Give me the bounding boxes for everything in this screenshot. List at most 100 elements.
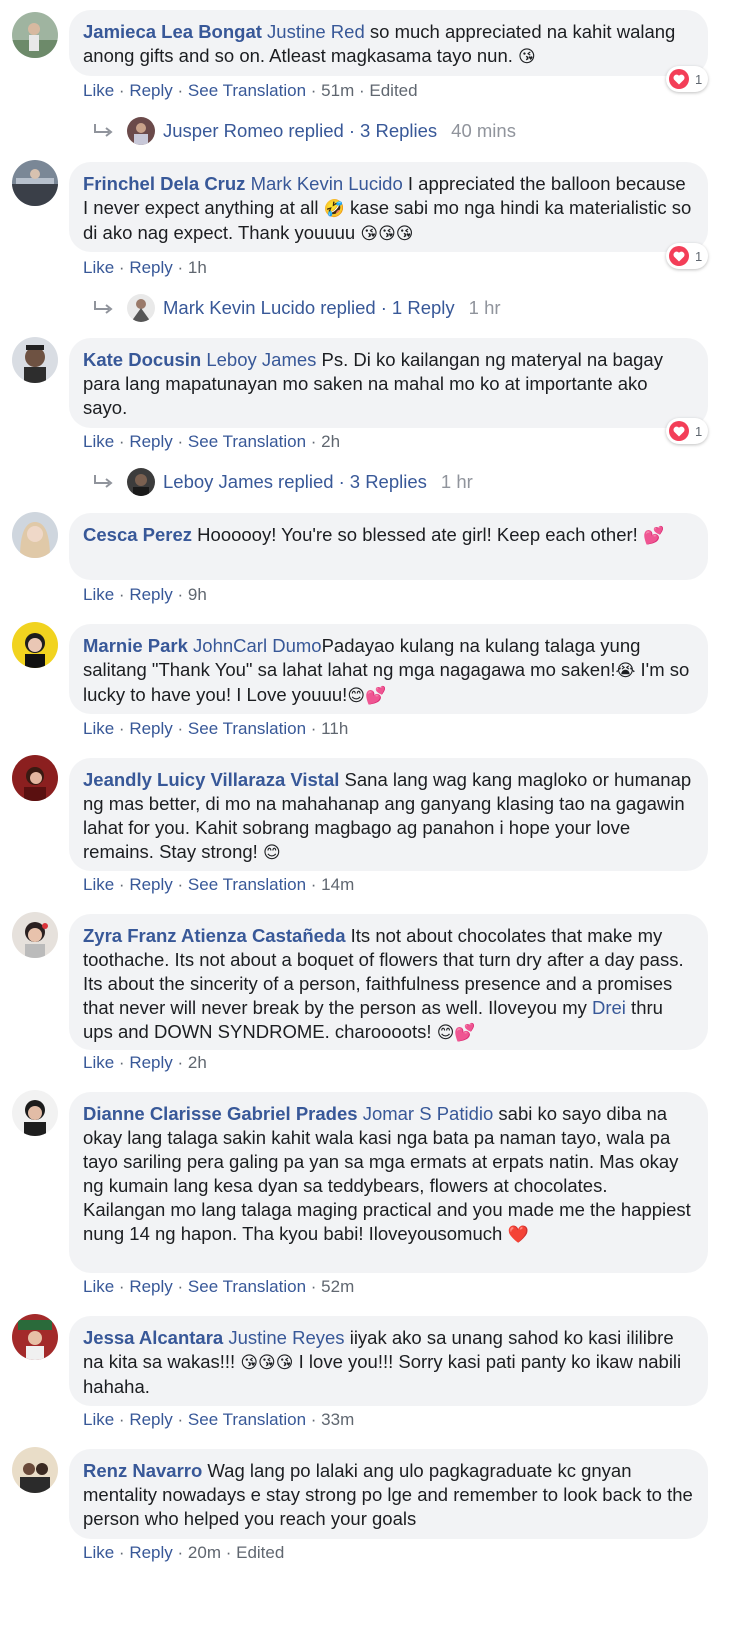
comment-bubble: Zyra Franz Atienza Castañeda Its not abo… <box>69 914 708 1050</box>
comment-bubble: Jessa Alcantara Justine Reyes iiyak ako … <box>69 1316 708 1406</box>
avatar[interactable] <box>12 622 58 668</box>
emoji: 😘😘😘 <box>240 1353 294 1373</box>
avatar[interactable] <box>12 160 58 206</box>
avatar[interactable] <box>12 512 58 558</box>
comment-actions: Like · Reply · See Translation · 2h <box>83 432 341 451</box>
replies-time: 40 mins <box>451 120 516 141</box>
replies-count[interactable]: 3 Replies <box>360 120 437 142</box>
reply-button[interactable]: Reply <box>129 1277 172 1296</box>
comment-actions: Like · Reply · See Translation · 14m <box>83 875 355 894</box>
comment-time[interactable]: 52m <box>321 1277 354 1296</box>
avatar[interactable] <box>12 337 58 383</box>
see-translation-link[interactable]: See Translation <box>188 1410 306 1429</box>
comment-author[interactable]: Jamieca Lea Bongat <box>83 21 262 42</box>
avatar[interactable] <box>12 755 58 801</box>
like-button[interactable]: Like <box>83 719 114 738</box>
like-button[interactable]: Like <box>83 432 114 451</box>
comment-time[interactable]: 2h <box>188 1053 207 1072</box>
like-button[interactable]: Like <box>83 585 114 604</box>
heart-icon <box>669 69 689 89</box>
comment-time[interactable]: 1h <box>188 258 207 277</box>
comment-actions: Like · Reply · See Translation · 11h <box>83 719 349 738</box>
reply-button[interactable]: Reply <box>129 1053 172 1072</box>
reply-button[interactable]: Reply <box>129 875 172 894</box>
comment-text: Hoooooy! You're so blessed ate girl! Kee… <box>192 524 643 545</box>
like-button[interactable]: Like <box>83 875 114 894</box>
replies-count[interactable]: 3 Replies <box>350 471 427 493</box>
comment-author[interactable]: Marnie Park <box>83 635 188 656</box>
emoji: ❤️ <box>507 1225 529 1245</box>
comment-text: sabi ko sayo diba na okay lang talaga sa… <box>83 1103 691 1244</box>
comment-author[interactable]: Jeandly Luicy Villaraza Vistal <box>83 769 339 790</box>
comment-mention[interactable]: Justine Reyes <box>228 1327 344 1348</box>
comment-mention[interactable]: JohnCarl Dumo <box>193 635 322 656</box>
comment-author[interactable]: Renz Navarro <box>83 1460 202 1481</box>
reply-button[interactable]: Reply <box>129 719 172 738</box>
emoji: 💕 <box>642 526 665 546</box>
comment-bubble: Jeandly Luicy Villaraza Vistal Sana lang… <box>69 758 708 871</box>
see-translation-link[interactable]: See Translation <box>188 719 306 738</box>
avatar[interactable] <box>12 1447 58 1493</box>
comment-time[interactable]: 14m <box>321 875 354 894</box>
reply-button[interactable]: Reply <box>129 585 172 604</box>
comment-author[interactable]: Frinchel Dela Cruz <box>83 173 245 194</box>
comment-bubble: Frinchel Dela Cruz Mark Kevin Lucido I a… <box>69 162 708 252</box>
replies-time: 1 hr <box>468 297 501 318</box>
comment-time[interactable]: 51m <box>321 81 354 100</box>
edited-label: Edited <box>369 81 418 100</box>
comment-time[interactable]: 20m <box>188 1543 221 1562</box>
see-translation-link[interactable]: See Translation <box>188 432 306 451</box>
comment-author[interactable]: Kate Docusin <box>83 349 201 370</box>
comment-time[interactable]: 11h <box>321 719 348 738</box>
like-button[interactable]: Like <box>83 1277 114 1296</box>
comment-bubble: Jamieca Lea Bongat Justine Red so much a… <box>69 10 708 76</box>
comment-time[interactable]: 9h <box>188 585 207 604</box>
comment-mention[interactable]: Justine Red <box>267 21 365 42</box>
like-button[interactable]: Like <box>83 258 114 277</box>
replies-author[interactable]: Leboy James <box>163 471 273 493</box>
avatar[interactable] <box>12 1090 58 1136</box>
comment-actions: Like · Reply · See Translation · 52m <box>83 1277 355 1296</box>
comment-bubble: Marnie Park JohnCarl DumoPadayao kulang … <box>69 624 708 714</box>
replies-row[interactable]: Leboy James replied · 3 Replies 1 hr <box>93 466 473 498</box>
reply-button[interactable]: Reply <box>129 1410 172 1429</box>
comment-mention[interactable]: Mark Kevin Lucido <box>251 173 403 194</box>
reply-button[interactable]: Reply <box>129 432 172 451</box>
see-translation-link[interactable]: See Translation <box>188 1277 306 1296</box>
comment-mention[interactable]: Drei <box>592 997 626 1018</box>
reaction-count[interactable]: 1 <box>666 418 708 444</box>
comment-mention[interactable]: Leboy James <box>206 349 316 370</box>
like-button[interactable]: Like <box>83 1053 114 1072</box>
avatar[interactable] <box>12 1314 58 1360</box>
reaction-count[interactable]: 1 <box>666 66 708 92</box>
see-translation-link[interactable]: See Translation <box>188 81 306 100</box>
like-button[interactable]: Like <box>83 1410 114 1429</box>
reaction-number: 1 <box>695 423 703 439</box>
reaction-count[interactable]: 1 <box>666 243 708 269</box>
replies-author[interactable]: Mark Kevin Lucido <box>163 297 315 319</box>
comment-bubble: Renz Navarro Wag lang po lalaki ang ulo … <box>69 1449 708 1539</box>
avatar[interactable] <box>12 912 58 958</box>
comment-time[interactable]: 33m <box>321 1410 354 1429</box>
like-button[interactable]: Like <box>83 81 114 100</box>
comment-author[interactable]: Cesca Perez <box>83 524 192 545</box>
comment-time[interactable]: 2h <box>321 432 340 451</box>
replies-row[interactable]: Jusper Romeo replied · 3 Replies 40 mins <box>93 115 516 147</box>
comment-author[interactable]: Zyra Franz Atienza Castañeda <box>83 925 346 946</box>
comment-author[interactable]: Jessa Alcantara <box>83 1327 223 1348</box>
replies-author[interactable]: Jusper Romeo <box>163 120 283 142</box>
reply-button[interactable]: Reply <box>129 258 172 277</box>
comment-author[interactable]: Dianne Clarisse Gabriel Prades <box>83 1103 358 1124</box>
replies-label: replied <box>320 297 376 318</box>
comment-mention[interactable]: Jomar S Patidio <box>363 1103 494 1124</box>
like-button[interactable]: Like <box>83 1543 114 1562</box>
see-translation-link[interactable]: See Translation <box>188 875 306 894</box>
replies-label: replied <box>278 471 334 492</box>
avatar <box>127 468 155 496</box>
emoji: 😭 <box>615 661 636 681</box>
avatar[interactable] <box>12 12 58 58</box>
replies-row[interactable]: Mark Kevin Lucido replied · 1 Reply 1 hr <box>93 292 501 324</box>
reply-button[interactable]: Reply <box>129 1543 172 1562</box>
replies-count[interactable]: 1 Reply <box>392 297 455 319</box>
reply-button[interactable]: Reply <box>129 81 172 100</box>
